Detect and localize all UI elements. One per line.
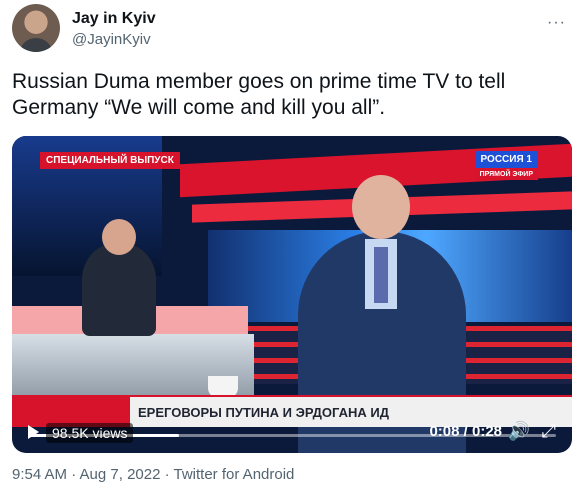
live-badge: ПРЯМОЙ ЭФИР (474, 169, 538, 180)
view-count: 98.5K views (46, 423, 134, 443)
volume-icon[interactable]: 🔊 (508, 421, 530, 442)
video-time: 0:08 / 0:28 (429, 423, 502, 440)
play-icon[interactable] (28, 425, 39, 439)
seated-person (82, 219, 156, 336)
author-avatar[interactable] (12, 4, 60, 52)
channel-logo: РОССИЯ 1 (474, 151, 538, 168)
video-controls: 98.5K views 0:08 / 0:28 🔊 ⤢ (12, 413, 572, 453)
tweet-meta: 9:54 AM · Aug 7, 2022 · Twitter for Andr… (12, 466, 295, 483)
fullscreen-icon[interactable]: ⤢ (542, 421, 556, 442)
tweet-text: Russian Duma member goes on prime time T… (12, 70, 506, 119)
more-options-icon[interactable]: ··· (547, 14, 566, 32)
video-player[interactable]: СПЕЦИАЛЬНЫЙ ВЫПУСК РОССИЯ 1 ПРЯМОЙ ЭФИР … (12, 136, 572, 453)
tweet-header: Jay in Kyiv @JayinKyiv ··· (12, 4, 572, 54)
author-handle[interactable]: @JayinKyiv (72, 31, 151, 48)
broadcast-tag: СПЕЦИАЛЬНЫЙ ВЫПУСК (40, 152, 180, 169)
author-name[interactable]: Jay in Kyiv (72, 10, 156, 28)
